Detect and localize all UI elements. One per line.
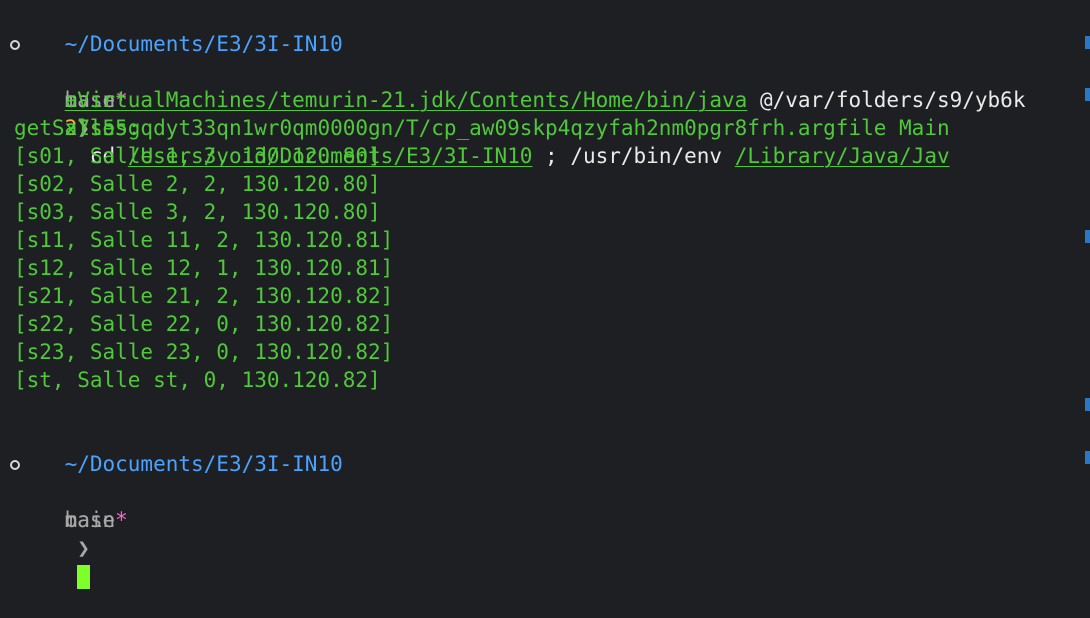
prompt-header-2: ~/Documents/E3/3I-IN10 main* <box>14 422 343 532</box>
command-line-1-wrap-1: aVirtualMachines/temurin-21.jdk/Contents… <box>14 58 1026 112</box>
argfile-part2: x7s55gqdyt33qn1wr0qm0000gn/T/cp_aw09skp4… <box>64 116 887 140</box>
output-header: getSalles: <box>14 116 141 140</box>
main-class: Main <box>886 116 950 140</box>
prompt-chevron-icon: ❯ <box>77 536 90 560</box>
output-row: [s12, Salle 12, 1, 130.120.81] <box>14 256 394 280</box>
scroll-marker-icon <box>1085 88 1090 101</box>
conda-env: base <box>64 508 116 532</box>
output-row: [s03, Salle 3, 2, 130.120.80] <box>14 200 381 224</box>
output-row: [st, Salle st, 0, 130.120.82] <box>14 368 381 392</box>
output-row: [s22, Salle 22, 0, 130.120.82] <box>14 312 394 336</box>
prompt-circle-icon <box>10 40 20 50</box>
command-line-1-wrap-2: x7s55gqdyt33qn1wr0qm0000gn/T/cp_aw09skp4… <box>14 86 950 140</box>
scroll-marker-icon <box>1085 398 1090 411</box>
command-line-2[interactable]: base ❯ <box>10 450 115 589</box>
output-row: [s23, Salle 23, 0, 130.120.82] <box>14 340 394 364</box>
java-path-link-part1[interactable]: /Library/Java/Jav <box>735 144 950 168</box>
scroll-marker-icon <box>1085 451 1090 464</box>
prompt-header-1: ~/Documents/E3/3I-IN10 main* 27s <box>14 2 343 140</box>
terminal-window[interactable]: ~/Documents/E3/3I-IN10 main* 27s base ❯ … <box>0 0 1090 589</box>
output-row: [s01, Salle 1, 3, 130.120.80] <box>14 144 381 168</box>
command-mid: ; /usr/bin/env <box>532 144 735 168</box>
scroll-marker-icon <box>1085 230 1090 243</box>
output-row: [s21, Salle 21, 2, 130.120.82] <box>14 284 394 308</box>
output-row: [s02, Salle 2, 2, 130.120.80] <box>14 172 381 196</box>
scroll-marker-icon <box>1085 36 1090 49</box>
output-row: [s11, Salle 11, 2, 130.120.81] <box>14 228 394 252</box>
command-line-1: base ❯ cd /Users/void/Documents/E3/3I-IN… <box>10 30 950 168</box>
prompt-circle-icon <box>10 460 20 470</box>
git-dirty-indicator: * <box>115 508 128 532</box>
cursor-block-icon[interactable] <box>77 565 91 589</box>
